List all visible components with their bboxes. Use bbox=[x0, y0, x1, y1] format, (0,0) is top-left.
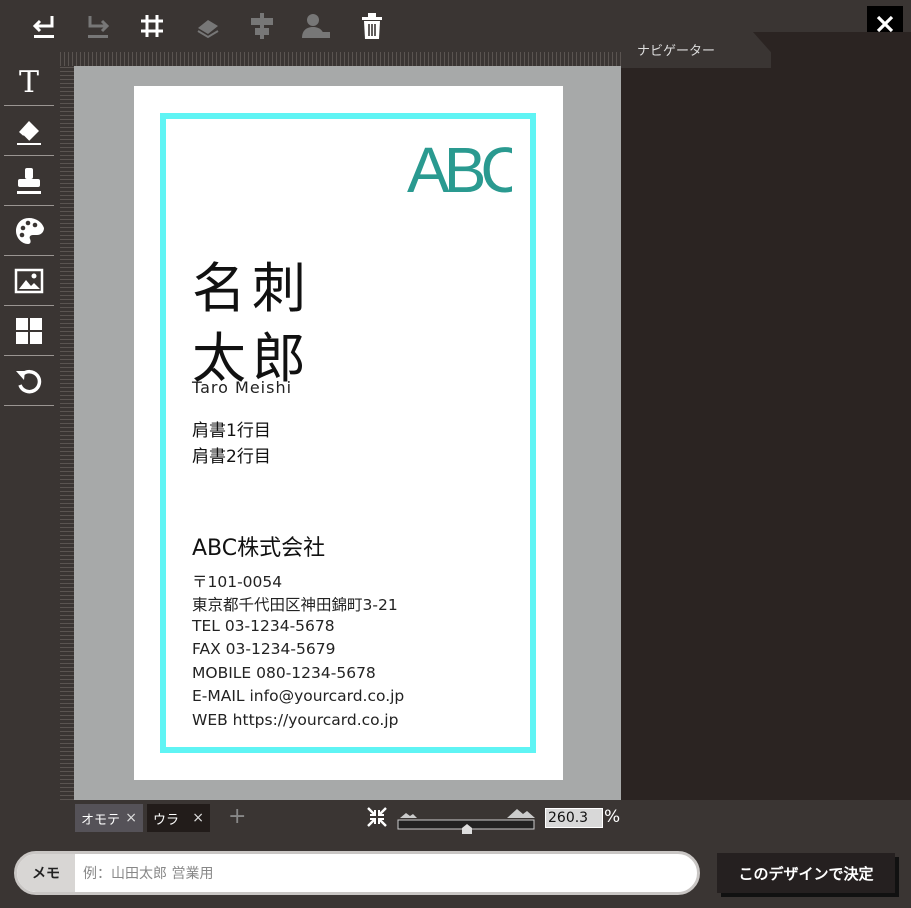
image-tool-button[interactable] bbox=[4, 256, 54, 306]
palette-tool-button[interactable] bbox=[4, 206, 54, 256]
tab-back[interactable]: ウラ × bbox=[147, 804, 210, 832]
person-icon[interactable] bbox=[298, 8, 334, 44]
navigator-panel: ナビゲーター bbox=[621, 32, 911, 800]
title-line-1[interactable]: 肩書1行目 bbox=[192, 416, 271, 441]
stamp-icon bbox=[17, 167, 41, 194]
zoom-unit: % bbox=[604, 807, 621, 827]
postal-code[interactable]: 〒101-0054 bbox=[192, 570, 282, 592]
decide-design-button[interactable]: このデザインで決定 bbox=[717, 853, 895, 893]
reset-tool-button[interactable] bbox=[4, 356, 54, 406]
company-name[interactable]: ABC株式会社 bbox=[192, 530, 325, 562]
memo-input[interactable]: 例：山田太郎 営業用 bbox=[83, 854, 213, 892]
align-icon[interactable] bbox=[244, 8, 280, 44]
undo-icon[interactable] bbox=[26, 8, 62, 44]
business-card[interactable]: ABC 名刺 太郎 Taro Meishi 肩書1行目 肩書2行目 ABC株式会… bbox=[134, 86, 563, 780]
memo-bar: メモ 例：山田太郎 営業用 このデザインで決定 bbox=[0, 836, 911, 908]
zoom-slider[interactable] bbox=[397, 806, 535, 834]
layout-icon bbox=[16, 317, 42, 344]
tab-back-close-icon[interactable]: × bbox=[192, 810, 204, 826]
eraser-icon bbox=[17, 120, 41, 145]
close-icon bbox=[876, 15, 894, 33]
zoom-in-icon bbox=[507, 809, 535, 818]
address[interactable]: 東京都千代田区神田錦町3-21 bbox=[192, 593, 398, 615]
memo-label: メモ bbox=[17, 854, 75, 892]
company-logo[interactable]: ABC bbox=[407, 136, 512, 196]
grid-icon[interactable] bbox=[134, 8, 170, 44]
memo-field[interactable]: メモ 例：山田太郎 営業用 bbox=[14, 851, 700, 895]
email[interactable]: E-MAIL info@yourcard.co.jp bbox=[192, 687, 404, 705]
svg-text:ABC: ABC bbox=[407, 136, 512, 196]
title-line-2[interactable]: 肩書2行目 bbox=[192, 442, 271, 467]
layout-tool-button[interactable] bbox=[4, 306, 54, 356]
stamp-tool-button[interactable] bbox=[4, 156, 54, 206]
tab-front-label: オモテ bbox=[81, 812, 121, 828]
tab-back-label: ウラ bbox=[153, 812, 180, 828]
text-tool-button[interactable]: T bbox=[4, 56, 54, 106]
horizontal-ruler bbox=[60, 52, 621, 66]
zoom-value-input[interactable]: 260.3 bbox=[545, 808, 603, 828]
add-tab-button[interactable]: + bbox=[228, 806, 246, 828]
palette-icon bbox=[16, 217, 44, 244]
redo-icon[interactable] bbox=[80, 8, 116, 44]
zoom-fit-icon[interactable] bbox=[366, 806, 388, 828]
name-line-1[interactable]: 名刺 bbox=[192, 244, 312, 323]
navigator-title: ナビゲーター bbox=[637, 44, 716, 59]
tab-front[interactable]: オモテ × bbox=[75, 804, 143, 832]
editor-app: T ABC 名刺 太郎 Taro Meishi 肩書1行目 肩書2行目 ABC株… bbox=[0, 0, 911, 908]
website[interactable]: WEB https://yourcard.co.jp bbox=[192, 711, 398, 729]
image-icon bbox=[14, 268, 44, 293]
tab-front-close-icon[interactable]: × bbox=[125, 810, 137, 826]
tel[interactable]: TEL 03-1234-5678 bbox=[192, 617, 335, 635]
name-roman[interactable]: Taro Meishi bbox=[192, 378, 292, 397]
layer-eraser-icon[interactable] bbox=[190, 8, 226, 44]
vertical-ruler bbox=[60, 66, 74, 800]
text-icon: T bbox=[19, 65, 39, 97]
zoom-out-icon bbox=[400, 813, 417, 818]
reset-icon bbox=[16, 369, 42, 393]
trash-icon[interactable] bbox=[354, 8, 390, 44]
eraser-tool-button[interactable] bbox=[4, 106, 54, 156]
fax[interactable]: FAX 03-1234-5679 bbox=[192, 640, 335, 658]
svg-text:T: T bbox=[19, 65, 39, 97]
design-canvas[interactable]: ABC 名刺 太郎 Taro Meishi 肩書1行目 肩書2行目 ABC株式会… bbox=[60, 52, 621, 800]
left-tool-panel: T bbox=[0, 52, 60, 800]
mobile[interactable]: MOBILE 080-1234-5678 bbox=[192, 664, 376, 682]
